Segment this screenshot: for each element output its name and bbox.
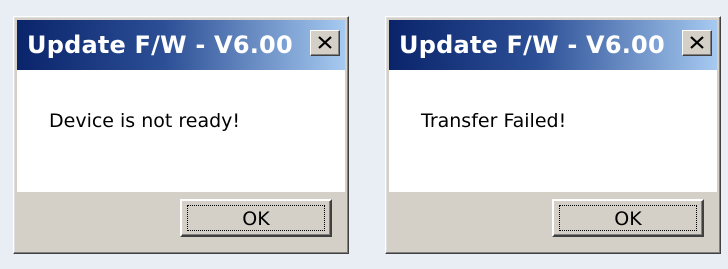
close-icon (318, 36, 332, 49)
focus-rectangle: OK (187, 205, 325, 231)
message-area: Transfer Failed! (389, 70, 717, 192)
title-bar[interactable]: Update F/W - V6.00 (17, 20, 345, 70)
close-button[interactable] (682, 30, 712, 56)
ok-button-label: OK (242, 208, 270, 230)
error-dialog-transfer-failed: Update F/W - V6.00 Transfer Failed! OK (385, 16, 721, 254)
error-dialog-device-not-ready: Update F/W - V6.00 Device is not ready! … (13, 16, 349, 254)
dialog-title: Update F/W - V6.00 (27, 31, 293, 59)
dialog-title: Update F/W - V6.00 (399, 31, 665, 59)
ok-button[interactable]: OK (552, 199, 704, 237)
message-text: Transfer Failed! (421, 110, 567, 132)
message-area: Device is not ready! (17, 70, 345, 192)
close-icon (690, 36, 704, 49)
message-text: Device is not ready! (49, 110, 241, 132)
focus-rectangle: OK (559, 205, 697, 231)
title-bar[interactable]: Update F/W - V6.00 (389, 20, 717, 70)
ok-button-label: OK (614, 208, 642, 230)
ok-button[interactable]: OK (180, 199, 332, 237)
close-button[interactable] (310, 30, 340, 56)
